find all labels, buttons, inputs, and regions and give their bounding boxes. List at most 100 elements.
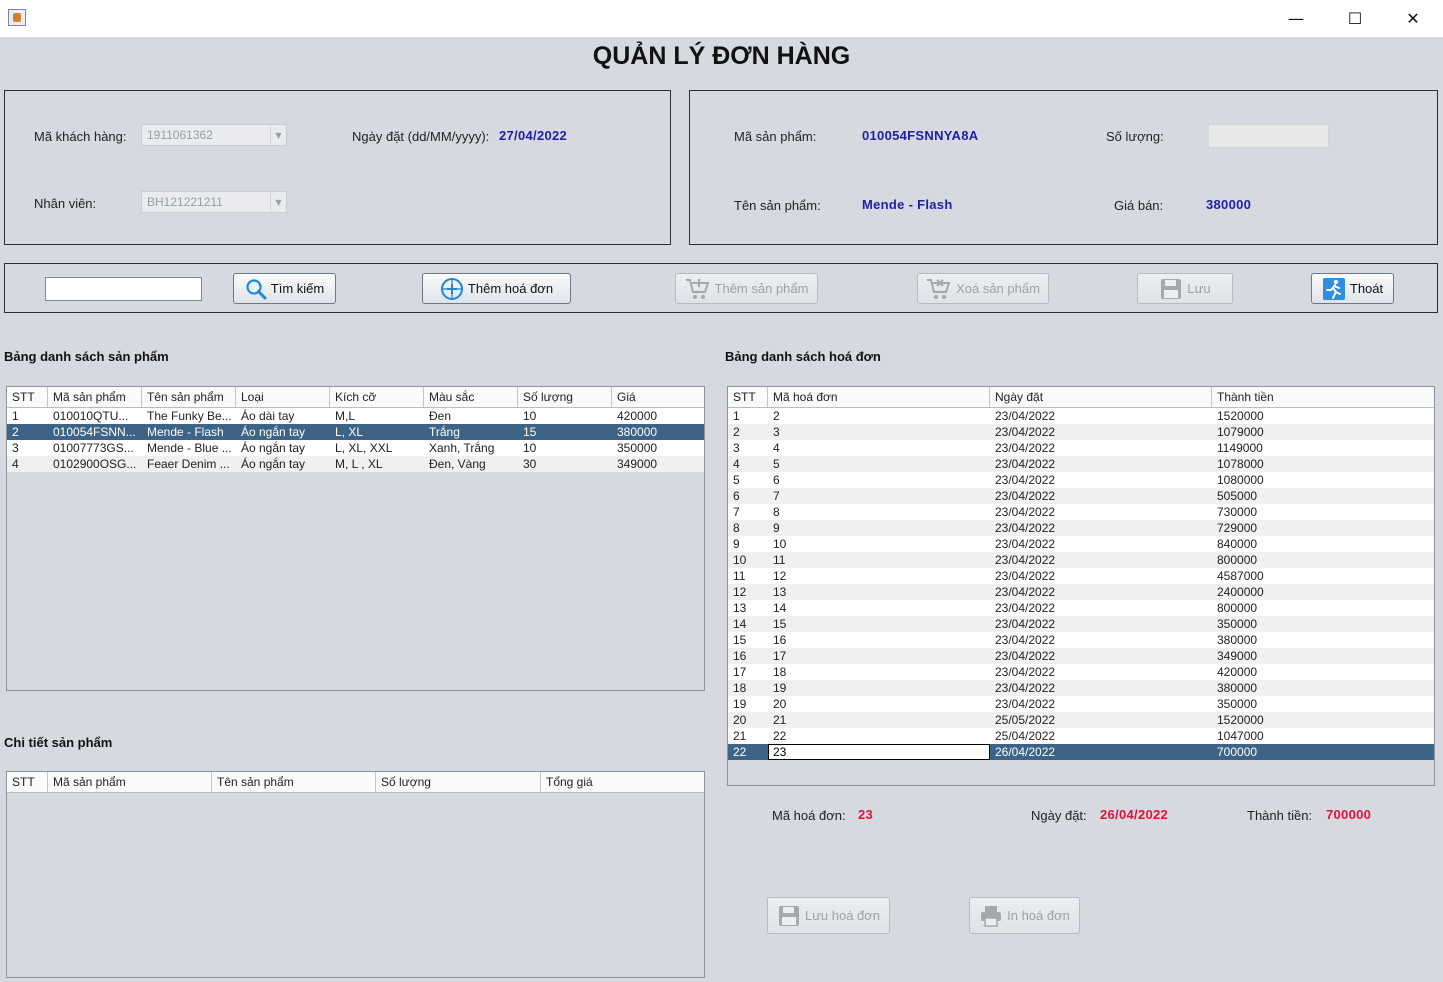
column-header[interactable]: Mã sản phẩm [48,387,142,407]
table-cell[interactable]: 7 [768,488,990,504]
table-cell[interactable]: M,L [330,408,424,424]
table-cell[interactable]: 1079000 [1212,424,1434,440]
quantity-input[interactable] [1208,124,1329,148]
table-cell[interactable]: 20 [728,712,768,728]
table-cell[interactable]: 420000 [612,408,704,424]
table-cell[interactable]: Áo ngắn tay [236,456,330,472]
table-cell[interactable]: 1149000 [1212,440,1434,456]
column-header[interactable]: Mã sản phẩm [48,772,212,792]
table-row[interactable]: 14 15 23/04/2022 350000 [728,616,1434,632]
table-cell[interactable]: 26/04/2022 [990,744,1212,760]
table-cell[interactable]: L, XL, XXL [330,440,424,456]
table-cell[interactable]: 349000 [612,456,704,472]
table-cell[interactable]: 350000 [1212,616,1434,632]
table-cell[interactable]: 16 [768,632,990,648]
column-header[interactable]: STT [728,387,768,407]
invoice-table[interactable]: STT Mã hoá đơn Ngày đặt Thành tiền 1 2 23/… [727,386,1435,786]
column-header[interactable]: Tên sản phẩm [142,387,236,407]
table-cell[interactable]: 380000 [1212,680,1434,696]
table-cell[interactable]: 3 [728,440,768,456]
column-header[interactable]: Thành tiền [1212,387,1434,407]
table-cell[interactable]: 1 [728,408,768,424]
table-cell[interactable]: M, L , XL [330,456,424,472]
table-cell[interactable]: 23/04/2022 [990,696,1212,712]
table-cell[interactable]: 25/04/2022 [990,728,1212,744]
table-cell[interactable]: 23/04/2022 [990,664,1212,680]
save-button[interactable]: Lưu [1137,273,1233,304]
delete-product-button[interactable]: Xoá sản phẩm [917,273,1049,304]
table-cell[interactable]: 2 [728,424,768,440]
table-row[interactable]: 12 13 23/04/2022 2400000 [728,584,1434,600]
table-cell[interactable]: 700000 [1212,744,1434,760]
table-cell[interactable]: Áo dài tay [236,408,330,424]
table-row[interactable]: 5 6 23/04/2022 1080000 [728,472,1434,488]
table-cell[interactable]: 23/04/2022 [990,440,1212,456]
table-cell[interactable]: 23/04/2022 [990,584,1212,600]
table-cell[interactable]: 730000 [1212,504,1434,520]
table-cell[interactable]: 1520000 [1212,408,1434,424]
table-cell[interactable]: Mende - Flash [142,424,236,440]
table-cell[interactable]: 350000 [612,440,704,456]
table-cell[interactable]: 1 [7,408,48,424]
table-cell[interactable]: 17 [728,664,768,680]
table-cell[interactable]: 23/04/2022 [990,456,1212,472]
column-header[interactable]: Loại [236,387,330,407]
column-header[interactable]: Mã hoá đơn [768,387,990,407]
add-product-button[interactable]: Thêm sản phẩm [675,273,818,304]
table-cell[interactable]: 4 [7,456,48,472]
table-cell[interactable]: 9 [768,520,990,536]
table-cell[interactable]: 1047000 [1212,728,1434,744]
table-row[interactable]: 6 7 23/04/2022 505000 [728,488,1434,504]
exit-button[interactable]: Thoát [1311,273,1394,304]
table-cell[interactable]: 23/04/2022 [990,552,1212,568]
maximize-button[interactable]: ☐ [1326,0,1384,36]
product-table[interactable]: STT Mã sản phẩm Tên sản phẩm Loại Kích c… [6,386,705,691]
table-cell[interactable]: Áo ngắn tay [236,440,330,456]
table-cell[interactable]: 18 [728,680,768,696]
table-cell[interactable]: 11 [728,568,768,584]
table-cell[interactable]: 25/05/2022 [990,712,1212,728]
table-row[interactable]: 16 17 23/04/2022 349000 [728,648,1434,664]
table-cell[interactable]: 6 [768,472,990,488]
table-row[interactable]: 2 3 23/04/2022 1079000 [728,424,1434,440]
table-cell[interactable]: 10 [518,408,612,424]
table-cell[interactable]: 20 [768,696,990,712]
table-cell[interactable]: 16 [728,648,768,664]
table-cell[interactable]: 12 [768,568,990,584]
table-cell[interactable]: 23/04/2022 [990,536,1212,552]
table-cell[interactable]: 23/04/2022 [990,408,1212,424]
table-row[interactable]: 7 8 23/04/2022 730000 [728,504,1434,520]
table-cell[interactable]: 11 [768,552,990,568]
employee-combobox[interactable]: BH121221211 ▼ [141,191,287,213]
table-cell[interactable]: 23/04/2022 [990,504,1212,520]
table-row[interactable]: 13 14 23/04/2022 800000 [728,600,1434,616]
detail-table[interactable]: STT Mã sản phẩm Tên sản phẩm Số lượng Tổ… [6,771,705,978]
close-button[interactable]: ✕ [1384,0,1442,36]
column-header[interactable]: STT [7,387,48,407]
table-cell[interactable]: 23/04/2022 [990,648,1212,664]
table-cell[interactable]: 380000 [612,424,704,440]
table-cell[interactable]: 22 [728,744,768,760]
column-header[interactable]: Tổng giá [541,772,704,792]
table-cell[interactable]: 23/04/2022 [990,632,1212,648]
table-row[interactable]: 19 20 23/04/2022 350000 [728,696,1434,712]
table-cell[interactable]: Xanh, Trắng [424,440,518,456]
table-cell[interactable]: 13 [728,600,768,616]
table-cell[interactable]: The Funky Be... [142,408,236,424]
table-cell[interactable]: 15 [768,616,990,632]
table-row[interactable]: 18 19 23/04/2022 380000 [728,680,1434,696]
add-invoice-button[interactable]: Thêm hoá đơn [422,273,571,304]
column-header[interactable]: Giá [612,387,704,407]
table-cell[interactable]: 9 [728,536,768,552]
minimize-button[interactable]: — [1267,0,1325,36]
column-header[interactable]: STT [7,772,48,792]
table-cell[interactable]: 23 [768,744,990,760]
table-cell[interactable]: 13 [768,584,990,600]
table-row[interactable]: 2 010054FSNN... Mende - Flash Áo ngắn tay L,… [7,424,704,440]
table-cell[interactable]: 4 [768,440,990,456]
table-cell[interactable]: 15 [518,424,612,440]
table-row[interactable]: 10 11 23/04/2022 800000 [728,552,1434,568]
table-cell[interactable]: 12 [728,584,768,600]
table-cell[interactable]: 14 [768,600,990,616]
table-cell[interactable]: 350000 [1212,696,1434,712]
